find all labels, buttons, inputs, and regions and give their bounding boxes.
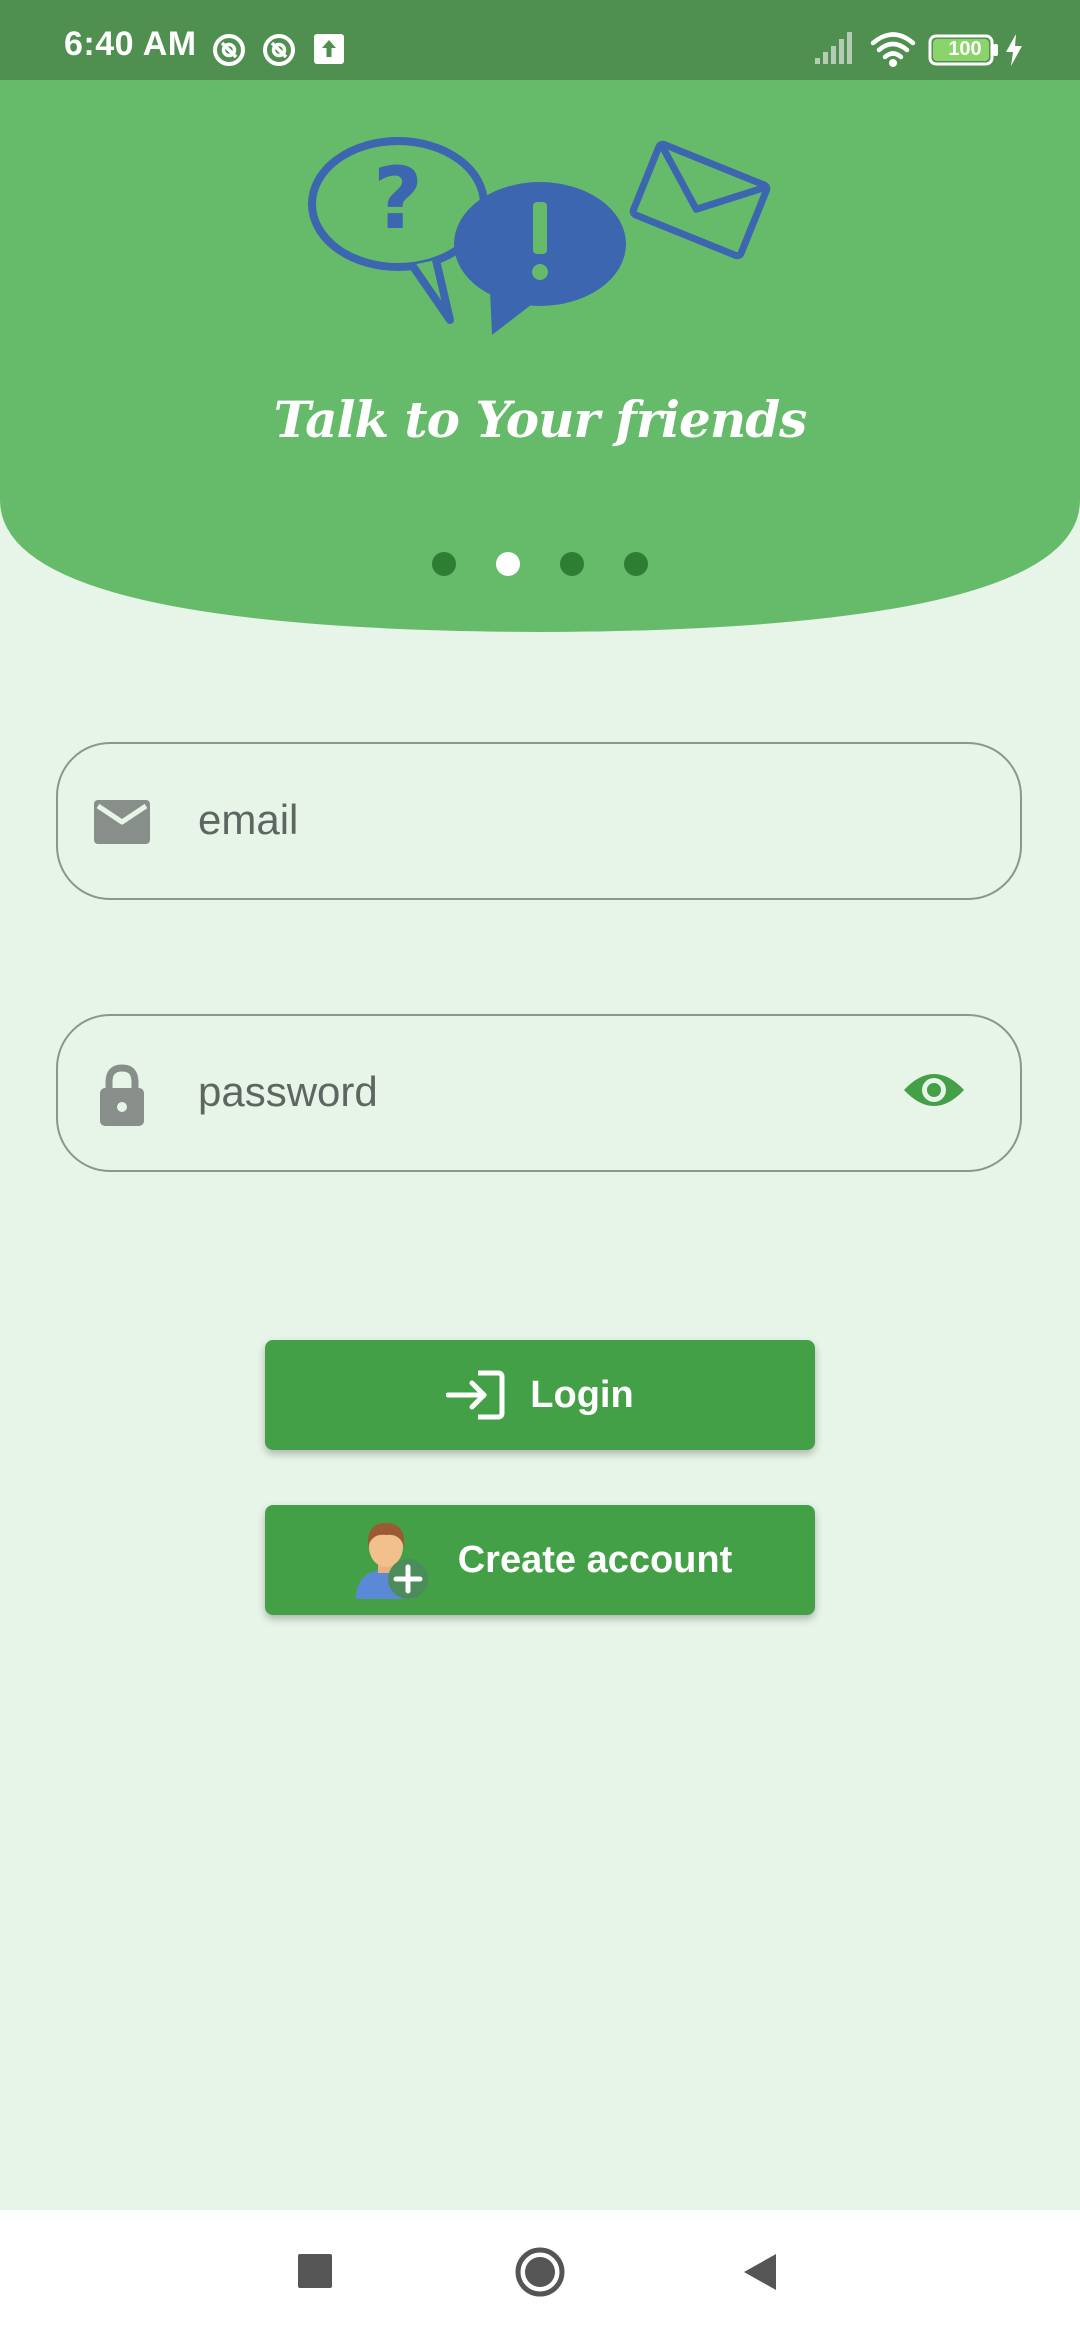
recents-square-icon[interactable]: [298, 2254, 332, 2288]
system-navigation-bar: [0, 2210, 1080, 2340]
home-circle-icon[interactable]: [514, 2246, 566, 2298]
email-field[interactable]: [56, 742, 1022, 900]
back-triangle-icon[interactable]: [742, 2252, 778, 2292]
eye-icon[interactable]: [902, 1068, 966, 1112]
status-bar: 6:40 AM 100: [0, 0, 1080, 80]
hero-illustration: ?: [308, 137, 771, 335]
page-indicator: [0, 552, 1080, 576]
at-sign-icon: [263, 34, 295, 66]
email-input[interactable]: [198, 780, 898, 860]
exclamation-bubble-icon: [454, 182, 626, 335]
signal-icon: [815, 32, 852, 64]
password-field[interactable]: [56, 1014, 1022, 1172]
create-account-button[interactable]: Create account: [265, 1505, 815, 1615]
page-dot[interactable]: [432, 552, 456, 576]
svg-text:?: ?: [373, 149, 423, 249]
add-user-icon: [355, 1523, 428, 1599]
charging-bolt-icon: [1006, 34, 1022, 66]
page-dot[interactable]: [624, 552, 648, 576]
lock-icon: [100, 1064, 144, 1126]
upload-icon: [314, 34, 344, 64]
password-input[interactable]: [198, 1052, 898, 1132]
at-sign-icon: [213, 34, 245, 66]
login-icon: [446, 1370, 505, 1420]
page-dot[interactable]: [560, 552, 584, 576]
wifi-icon: [870, 32, 916, 67]
create-account-label: Create account: [457, 1538, 733, 1581]
battery-level: 100: [948, 38, 982, 60]
hero-title: Talk to Your friends: [273, 390, 808, 449]
login-button[interactable]: Login: [265, 1340, 815, 1450]
status-time: 6:40 AM: [64, 25, 197, 63]
page-dot-active[interactable]: [496, 552, 520, 576]
mail-icon: [94, 800, 150, 844]
login-label: Login: [530, 1373, 634, 1416]
envelope-icon: [629, 140, 771, 260]
